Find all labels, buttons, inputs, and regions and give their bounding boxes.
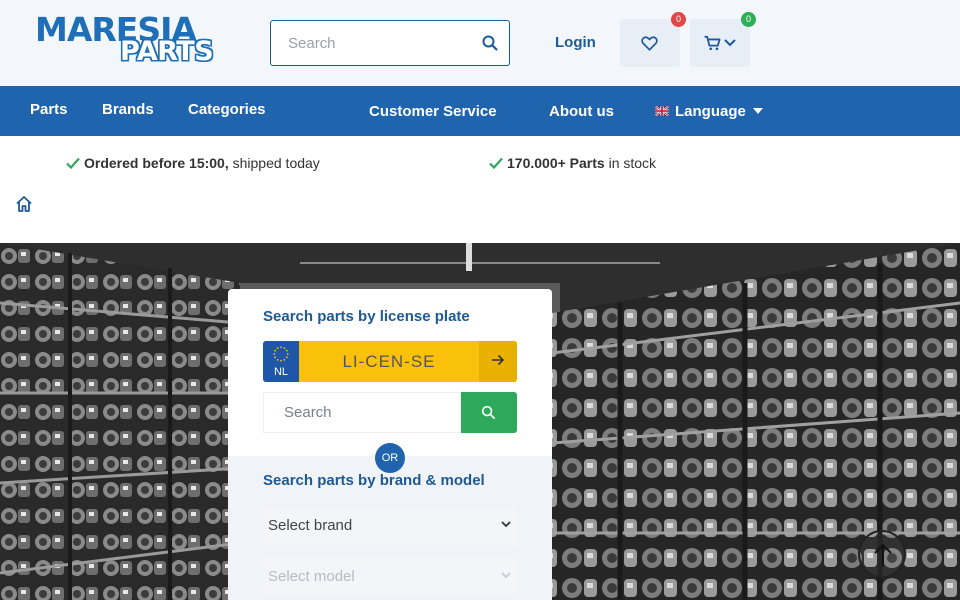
- usp-shipping-bold: Ordered before 15:00,: [84, 155, 229, 171]
- site-logo[interactable]: MARESIA PARTS: [35, 12, 215, 68]
- logo-word-parts: PARTS: [120, 36, 214, 67]
- nav-item-brands[interactable]: Brands: [102, 101, 154, 119]
- nav-item-parts[interactable]: Parts: [30, 101, 68, 119]
- search-icon: [481, 405, 495, 419]
- model-select[interactable]: Select model: [263, 557, 517, 597]
- wishlist-button[interactable]: 0: [620, 12, 686, 67]
- scroll-to-top-button[interactable]: [858, 530, 906, 578]
- chevron-down-icon: [501, 521, 511, 528]
- usp-shipping-text: shipped today: [228, 155, 320, 171]
- header-search-input[interactable]: [272, 22, 472, 64]
- eu-stars-icon: [273, 346, 289, 362]
- usp-stock-bold: 170.000+ Parts: [507, 155, 605, 171]
- license-plate-submit-button[interactable]: [479, 341, 517, 382]
- caret-down-icon: [753, 108, 764, 114]
- license-plate-placeholder: LI-CEN-SE: [342, 352, 436, 371]
- nav-item-about-us[interactable]: About us: [549, 103, 614, 121]
- wishlist-count-badge: 0: [671, 12, 686, 27]
- chevron-down-icon: [501, 572, 511, 579]
- or-divider-badge: OR: [375, 443, 405, 473]
- nav-item-categories[interactable]: Categories: [188, 101, 266, 119]
- header-search: [270, 20, 510, 66]
- license-plate-input[interactable]: NL LI-CEN-SE: [263, 341, 517, 382]
- model-select-value: Select model: [268, 568, 355, 585]
- top-header: MARESIA PARTS Login 0 0: [0, 0, 960, 86]
- brand-select[interactable]: Select brand: [263, 506, 517, 546]
- main-navigation: Parts Brands Categories Customer Service…: [0, 86, 960, 136]
- home-icon[interactable]: [15, 195, 33, 213]
- brand-select-value: Select brand: [268, 517, 353, 534]
- eu-country-badge: NL: [263, 341, 299, 382]
- cart-button[interactable]: 0: [690, 12, 756, 67]
- language-selector[interactable]: Language: [655, 103, 764, 121]
- brand-model-title: Search parts by brand & model: [263, 472, 485, 489]
- nav-item-customer-service[interactable]: Customer Service: [369, 103, 497, 121]
- panel-search-input[interactable]: [264, 393, 460, 432]
- chevron-down-icon: [724, 39, 736, 47]
- plate-country-code: NL: [273, 366, 289, 378]
- cart-count-badge: 0: [741, 12, 756, 27]
- checkmark-icon: [489, 157, 503, 169]
- cart-icon: [704, 35, 721, 51]
- panel-search-field: [263, 392, 461, 433]
- arrow-up-icon: [874, 543, 892, 566]
- license-plate-title: Search parts by license plate: [263, 308, 470, 325]
- checkmark-icon: [66, 157, 80, 169]
- language-label: Language: [675, 103, 746, 120]
- heart-icon: [641, 36, 658, 51]
- usp-stock: 170.000+ Parts in stock: [489, 155, 656, 171]
- search-icon[interactable]: [481, 34, 499, 52]
- usp-stock-text: in stock: [604, 155, 657, 171]
- arrow-right-icon: [492, 354, 505, 366]
- uk-flag-icon: [655, 106, 669, 116]
- login-link[interactable]: Login: [555, 34, 596, 52]
- usp-shipping: Ordered before 15:00, shipped today: [66, 155, 320, 171]
- panel-search-button[interactable]: [461, 392, 517, 433]
